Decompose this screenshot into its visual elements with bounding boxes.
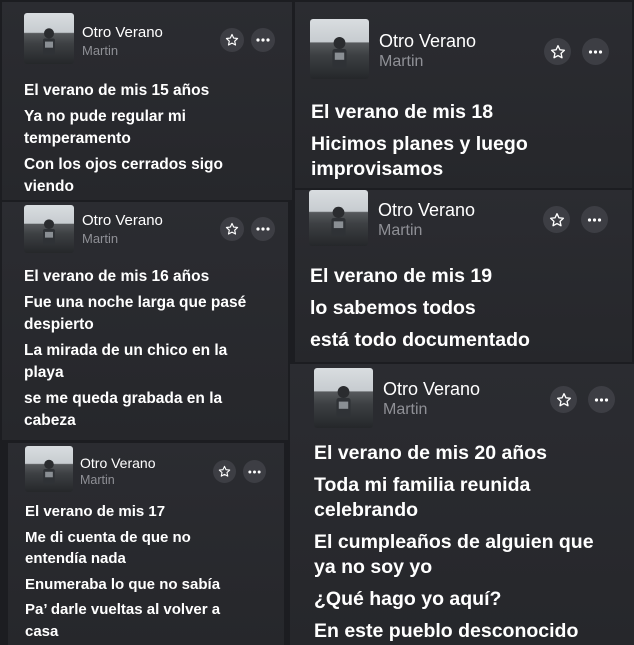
lyric-line: Me di cuenta de que no entendía nada — [25, 528, 191, 568]
favorite-button[interactable] — [213, 460, 236, 483]
lyric-line: El verano de mis 20 años — [314, 442, 548, 464]
lyrics-card-4: Otro Verano Martin El verano de mis 18 H… — [295, 2, 632, 188]
song-title[interactable]: Otro Verano — [82, 24, 163, 41]
lyrics-card-3: Otro Verano Martin El verano de mis 17 M… — [8, 443, 284, 645]
lyric-line: Ya no pude regular mi temperamento — [24, 108, 186, 147]
album-art[interactable] — [314, 368, 373, 428]
lyric-line: El verano de mis 18 — [311, 101, 494, 123]
artist-name[interactable]: Martin — [383, 401, 427, 419]
song-title[interactable]: Otro Verano — [378, 200, 475, 221]
star-outline-icon — [556, 392, 571, 406]
album-art[interactable] — [24, 13, 74, 64]
lyric-line: se me queda grabada en la cabeza — [24, 390, 223, 429]
star-outline-icon — [218, 465, 231, 477]
album-art[interactable] — [24, 205, 74, 253]
lyrics-block: El verano de mis 18 Hicimos planes y lue… — [311, 100, 621, 182]
lyric-line: El cumpleaños de alguien que ya no soy y… — [314, 531, 594, 578]
artist-name[interactable]: Martin — [378, 222, 422, 240]
lyrics-block: El verano de mis 17 Me di cuenta de que … — [25, 501, 255, 642]
lyric-line: Con los ojos cerrados sigo viendo — [24, 156, 223, 195]
more-options-button[interactable] — [582, 38, 609, 65]
song-title[interactable]: Otro Verano — [383, 379, 480, 400]
lyrics-block: El verano de mis 19 lo sabemos todos est… — [310, 264, 620, 353]
ellipsis-icon — [256, 227, 270, 231]
lyrics-card-6: Otro Verano Martin El verano de mis 20 a… — [290, 364, 634, 645]
lyrics-block: El verano de mis 20 años Toda mi familia… — [314, 441, 624, 644]
favorite-button[interactable] — [550, 386, 577, 413]
ellipsis-icon — [256, 38, 270, 42]
ellipsis-icon — [248, 470, 261, 473]
star-outline-icon — [549, 212, 564, 226]
lyrics-card-5: Otro Verano Martin El verano de mis 19 l… — [295, 190, 632, 362]
album-art[interactable] — [310, 19, 369, 79]
song-title[interactable]: Otro Verano — [379, 31, 476, 52]
more-options-button[interactable] — [251, 28, 275, 52]
artist-name[interactable]: Martin — [80, 473, 115, 487]
more-options-button[interactable] — [581, 206, 608, 233]
favorite-button[interactable] — [220, 28, 244, 52]
favorite-button[interactable] — [220, 217, 244, 241]
lyrics-block: El verano de mis 16 años Fue una noche l… — [24, 266, 260, 432]
ellipsis-icon — [587, 217, 602, 222]
ellipsis-icon — [588, 49, 603, 54]
ellipsis-icon — [594, 397, 609, 402]
favorite-button[interactable] — [543, 206, 570, 233]
artist-name[interactable]: Martin — [82, 43, 118, 58]
lyric-line: Pa’ darle vueltas al volver a casa — [25, 601, 221, 640]
lyrics-card-2: Otro Verano Martin El verano de mis 16 a… — [2, 202, 288, 440]
lyric-line: La mirada de un chico en la playa — [24, 342, 228, 381]
lyric-line: Toda mi familia reunida celebrando — [314, 474, 531, 521]
lyric-line: El verano de mis 16 años — [24, 268, 210, 285]
lyric-line: El verano de mis 15 años — [24, 82, 210, 99]
favorite-button[interactable] — [544, 38, 571, 65]
artist-name[interactable]: Martin — [379, 53, 423, 71]
album-art[interactable] — [309, 190, 368, 246]
album-art[interactable] — [25, 446, 73, 492]
artist-name[interactable]: Martin — [82, 231, 118, 246]
song-title[interactable]: Otro Verano — [82, 212, 163, 229]
lyric-line: Hicimos planes y luego improvisamos — [311, 133, 528, 180]
star-outline-icon — [550, 44, 565, 58]
lyric-line: Fue una noche larga que pasé despierto — [24, 294, 247, 333]
lyric-line: El verano de mis 19 — [310, 265, 493, 287]
more-options-button[interactable] — [251, 217, 275, 241]
lyric-line: está todo documentado — [310, 329, 530, 351]
lyric-line: ¿Qué hago yo aquí? — [314, 588, 502, 610]
lyric-line: El verano de mis 17 — [25, 503, 166, 520]
star-outline-icon — [225, 222, 239, 235]
lyric-line: lo sabemos todos — [310, 297, 476, 319]
lyrics-card-1: Otro Verano Martin El verano de mis 15 a… — [2, 2, 292, 200]
star-outline-icon — [225, 33, 239, 46]
lyric-line: Enumeraba lo que no sabía — [25, 575, 221, 593]
song-title[interactable]: Otro Verano — [80, 455, 156, 471]
lyrics-block: El verano de mis 15 años Ya no pude regu… — [24, 80, 274, 198]
lyric-line: En este pueblo desconocido — [314, 620, 579, 642]
more-options-button[interactable] — [243, 460, 266, 483]
more-options-button[interactable] — [588, 386, 615, 413]
